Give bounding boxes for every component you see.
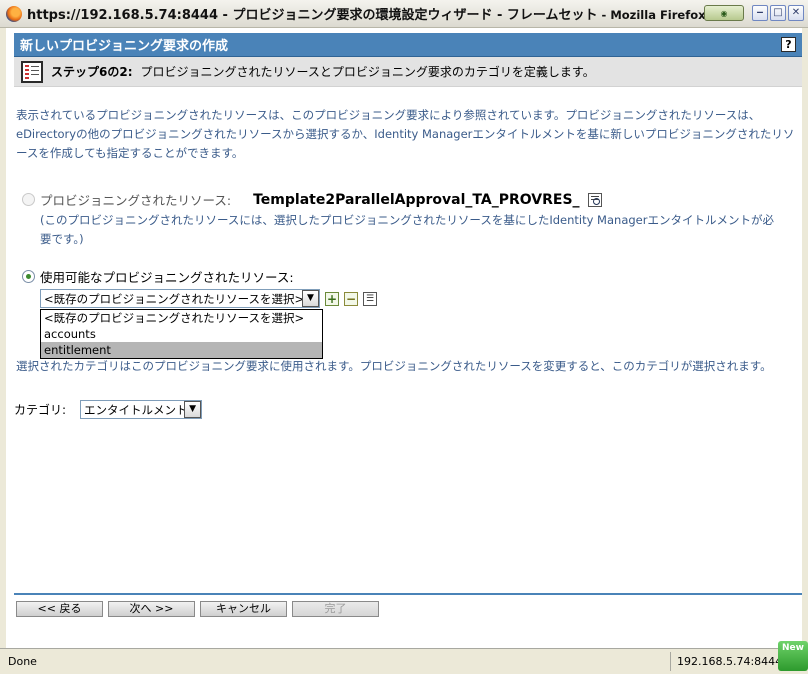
step-label: ステップ6の2: (51, 65, 133, 79)
dropdown-option-highlighted[interactable]: entitlement (41, 342, 322, 358)
available-resources-label: 使用可能なプロビジョニングされたリソース: (40, 270, 294, 285)
option-provisioned-resource: プロビジョニングされたリソース: Template2ParallelApprov… (22, 190, 602, 209)
provisioned-resource-note: (このプロビジョニングされたリソースには、選択したプロビジョニングされたリソース… (40, 213, 774, 246)
step-description: プロビジョニングされたリソースとプロビジョニング要求のカテゴリを定義します。 (140, 65, 595, 79)
checklist-icon (21, 60, 43, 83)
cancel-button[interactable]: キャンセル (200, 601, 287, 617)
view-details-icon[interactable]: ☰ (363, 291, 377, 306)
available-resources-radio[interactable] (22, 270, 35, 283)
category-label: カテゴリ: (14, 403, 67, 417)
divider (14, 593, 802, 595)
wizard-content: 新しいプロビジョニング要求の作成 ? ステップ6の2: プロビジョニングされたリ… (6, 28, 802, 648)
next-button[interactable]: 次へ >> (108, 601, 195, 617)
chevron-down-icon[interactable]: ▼ (184, 401, 202, 418)
option-available-resources: 使用可能なプロビジョニングされたリソース: (22, 267, 294, 286)
intro-text: 表示されているプロビジョニングされたリソースは、このプロビジョニング要求により参… (16, 108, 795, 160)
firefox-icon (6, 5, 22, 22)
resource-dropdown-list: <既存のプロビジョニングされたリソースを選択> accounts entitle… (40, 309, 323, 359)
view-details-icon[interactable] (587, 192, 602, 207)
remove-icon[interactable]: − (344, 291, 358, 306)
wizard-header: 新しいプロビジョニング要求の作成 ? (14, 33, 802, 57)
finish-button: 完了 (292, 601, 379, 617)
graphics-tray-icon[interactable]: ◉ (704, 5, 744, 21)
new-badge: New (778, 641, 808, 671)
wizard-buttons: << 戻る 次へ >> キャンセル 完了 (16, 601, 379, 617)
status-host: 192.168.5.74:8444 (670, 652, 780, 671)
chevron-down-icon[interactable]: ▼ (302, 290, 319, 307)
window-title-bar: https://192.168.5.74:8444 - プロビジョニング要求の環… (0, 0, 808, 28)
provisioned-resource-value: Template2ParallelApproval_TA_PROVRES_ (253, 191, 580, 208)
resource-select-row: <既存のプロビジョニングされたリソースを選択> ▼ + − ☰ (40, 289, 377, 308)
category-select-value: エンタイトルメント (84, 402, 185, 417)
provisioned-resource-radio[interactable] (22, 193, 35, 206)
dropdown-option[interactable]: accounts (41, 326, 322, 342)
minimize-button[interactable]: ‒ (752, 5, 768, 21)
resource-select-value: <既存のプロビジョニングされたリソースを選択> (44, 291, 302, 306)
dropdown-option[interactable]: <既存のプロビジョニングされたリソースを選択> (41, 310, 322, 326)
resource-select[interactable]: <既存のプロビジョニングされたリソースを選択> ▼ (40, 289, 320, 308)
add-icon[interactable]: + (325, 291, 339, 306)
close-button[interactable]: ✕ (788, 5, 804, 21)
maximize-button[interactable]: □ (770, 5, 786, 21)
category-select[interactable]: エンタイトルメント ▼ (80, 400, 203, 419)
window-title: https://192.168.5.74:8444 - プロビジョニング要求の環… (27, 8, 706, 23)
category-row: カテゴリ: エンタイトルメント ▼ (14, 400, 203, 419)
page-title: 新しいプロビジョニング要求の作成 (20, 39, 229, 54)
status-bar: Done 192.168.5.74:8444 New (0, 641, 808, 674)
step-bar: ステップ6の2: プロビジョニングされたリソースとプロビジョニング要求のカテゴリ… (14, 57, 802, 87)
category-note: 選択されたカテゴリはこのプロビジョニング要求に使用されます。プロビジョニングされ… (16, 359, 772, 373)
back-button[interactable]: << 戻る (16, 601, 103, 617)
window-controls: ◉ ‒ □ ✕ (704, 5, 804, 21)
help-button[interactable]: ? (781, 37, 796, 52)
provisioned-resource-label: プロビジョニングされたリソース: (40, 193, 232, 208)
